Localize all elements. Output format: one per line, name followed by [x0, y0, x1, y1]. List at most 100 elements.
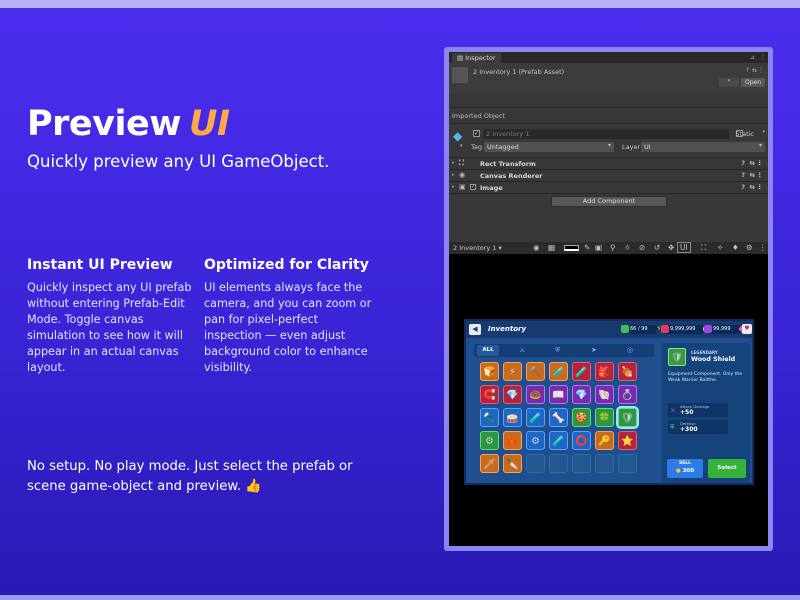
- add-component-button[interactable]: Add Component: [551, 196, 667, 207]
- sword-category-icon[interactable]: ⚔: [519, 346, 525, 354]
- settings-icon[interactable]: ⇆: [752, 67, 757, 74]
- item-slot[interactable]: 💎: [503, 385, 522, 404]
- item-slot[interactable]: 🔑: [595, 431, 614, 450]
- coin-icon: ●: [675, 468, 683, 474]
- cube-dropdown-icon[interactable]: ▾: [460, 143, 463, 149]
- help-icon[interactable]: ?: [741, 183, 745, 191]
- item-slot[interactable]: 🍖: [618, 362, 637, 381]
- item-slot[interactable]: 🍩: [526, 385, 545, 404]
- gizmo-icon[interactable]: ✧: [717, 243, 723, 252]
- component-canvas-renderer[interactable]: ▸ ◉ Canvas Renderer ? ⇆ ⋮: [449, 170, 768, 181]
- item-slot[interactable]: 🍪: [572, 408, 591, 427]
- grid-icon[interactable]: ▦: [548, 243, 555, 252]
- item-slot[interactable]: 🎒: [595, 362, 614, 381]
- back-arrow-icon[interactable]: ◀: [469, 324, 481, 335]
- light-icon[interactable]: ☼: [624, 243, 631, 252]
- kebab-menu-icon[interactable]: ⋮: [759, 243, 767, 252]
- preset-icon[interactable]: ⇆: [750, 183, 755, 191]
- item-slot[interactable]: 🔦: [480, 408, 499, 427]
- item-slot[interactable]: 🔪: [503, 454, 522, 473]
- help-icon[interactable]: ?: [741, 171, 745, 179]
- sell-button[interactable]: SELL ● 300: [667, 459, 703, 478]
- item-slot[interactable]: ⚙: [526, 431, 545, 450]
- tab-all[interactable]: ALL: [477, 345, 499, 356]
- item-slot[interactable]: ⚡: [503, 362, 522, 381]
- kebab-menu-icon[interactable]: ⋮: [760, 54, 766, 61]
- item-slot[interactable]: 🦴: [549, 408, 568, 427]
- item-slot[interactable]: 🧪: [549, 362, 568, 381]
- item-slot[interactable]: 💎: [572, 385, 591, 404]
- item-slot[interactable]: ⭕: [572, 431, 591, 450]
- tag-value: Untagged: [487, 143, 519, 151]
- lock-icon[interactable]: ⊿: [750, 54, 755, 61]
- open-button[interactable]: Open: [740, 78, 765, 87]
- select-button[interactable]: Select: [708, 459, 746, 478]
- item-slot[interactable]: 🧪: [572, 362, 591, 381]
- empty-slot[interactable]: [595, 454, 614, 473]
- active-checkbox[interactable]: ✓: [473, 130, 480, 137]
- preset-icon[interactable]: ⇆: [750, 159, 755, 167]
- rotate-icon[interactable]: ↺: [654, 243, 660, 252]
- foldout-icon[interactable]: ▸: [452, 172, 455, 178]
- thumbs-up-icon: 👍: [245, 479, 262, 494]
- tab-inspector[interactable]: ▤ Inspector: [452, 53, 501, 63]
- name-field[interactable]: 2 Inventory 1: [483, 129, 729, 139]
- preview-object-label: 2 Inventory 1: [453, 244, 497, 252]
- help-icon[interactable]: ?: [746, 67, 749, 74]
- empty-slot[interactable]: [572, 454, 591, 473]
- item-slot[interactable]: 📖: [549, 385, 568, 404]
- layer-dropdown[interactable]: UI ▾: [641, 142, 765, 152]
- paint-icon[interactable]: ♦: [732, 243, 739, 252]
- page-title: Preview UI: [27, 104, 230, 144]
- empty-slot[interactable]: [549, 454, 568, 473]
- kebab-menu-icon[interactable]: ⋮: [757, 171, 764, 179]
- shield-category-icon[interactable]: ⛨: [555, 346, 560, 355]
- chevron-down-icon: ▾: [607, 142, 611, 149]
- empty-slot[interactable]: [618, 454, 637, 473]
- eyedropper-icon[interactable]: ✎: [584, 243, 590, 252]
- preview-viewport[interactable]: ◀ Inventory 66 / 99⚡ 9,999,999● 99,999◆ …: [449, 254, 768, 546]
- item-slot[interactable]: 🗡: [480, 454, 499, 473]
- item-slot[interactable]: 🍀: [595, 408, 614, 427]
- item-slot[interactable]: 🍞: [480, 362, 499, 381]
- item-slot[interactable]: 🧲: [480, 385, 499, 404]
- notification-icon[interactable]: ♥: [742, 324, 752, 334]
- item-slot[interactable]: 💍: [618, 385, 637, 404]
- gem-value: 99,999: [713, 326, 731, 332]
- item-slot[interactable]: 🐚: [595, 385, 614, 404]
- tag-dropdown[interactable]: Untagged ▾: [484, 142, 614, 152]
- kebab-menu-icon[interactable]: ⋮: [758, 67, 764, 74]
- boot-category-icon[interactable]: ➤: [591, 346, 597, 354]
- item-slot[interactable]: 🥁: [503, 408, 522, 427]
- item-slot[interactable]: 🔨: [526, 362, 545, 381]
- component-rect-transform[interactable]: ▸ ⛶ Rect Transform ? ⇆ ⋮: [449, 158, 768, 169]
- item-slot-selected[interactable]: 🛡: [616, 406, 639, 429]
- foldout-icon[interactable]: ▸: [452, 184, 455, 190]
- component-image[interactable]: ▸ ▣ ✓ Image ? ⇆ ⋮: [449, 182, 768, 193]
- frame-icon[interactable]: ⛶: [701, 243, 706, 253]
- eye-icon[interactable]: ◉: [533, 243, 540, 252]
- preset-icon[interactable]: ⇆: [750, 171, 755, 179]
- image-enabled-checkbox[interactable]: ✓: [470, 184, 476, 190]
- static-dropdown-icon[interactable]: ▾: [762, 129, 765, 135]
- background-color-swatch[interactable]: [564, 245, 579, 251]
- mute-icon[interactable]: ⊘: [639, 243, 645, 252]
- image-icon[interactable]: ▣: [595, 243, 602, 252]
- move-icon[interactable]: ✥: [668, 243, 674, 252]
- empty-slot[interactable]: [526, 454, 545, 473]
- select-dropdown[interactable]: ▾: [719, 78, 739, 87]
- foldout-icon[interactable]: ▸: [452, 160, 455, 166]
- item-slot[interactable]: 🧪: [549, 431, 568, 450]
- item-slot[interactable]: 🧪: [526, 408, 545, 427]
- kebab-menu-icon[interactable]: ⋮: [757, 159, 764, 167]
- kebab-menu-icon[interactable]: ⋮: [757, 183, 764, 191]
- item-slot[interactable]: ⚙: [480, 431, 499, 450]
- ui-toggle[interactable]: UI: [677, 242, 691, 253]
- item-slot[interactable]: ⭐: [618, 431, 637, 450]
- item-slot[interactable]: 🦀: [503, 431, 522, 450]
- ring-category-icon[interactable]: ◎: [627, 346, 633, 354]
- preview-object-dropdown[interactable]: 2 Inventory 1 ▾: [453, 244, 502, 252]
- help-icon[interactable]: ?: [741, 159, 745, 167]
- settings-icon[interactable]: ⚙: [746, 243, 753, 252]
- brush-icon[interactable]: ⚲: [610, 243, 616, 252]
